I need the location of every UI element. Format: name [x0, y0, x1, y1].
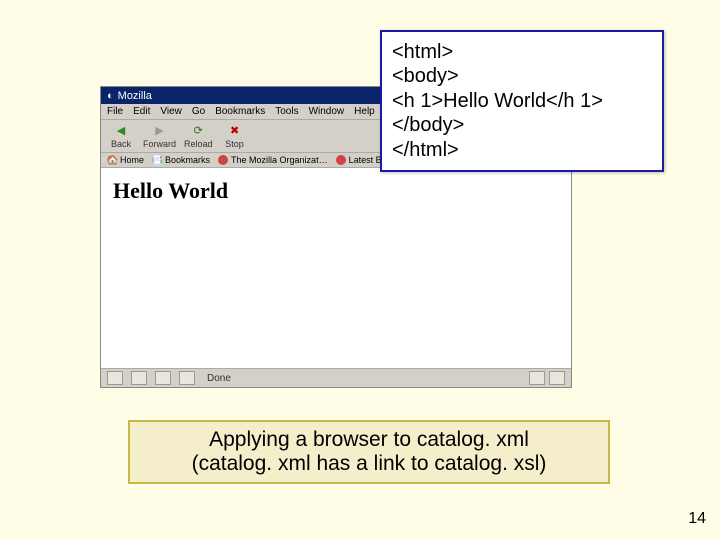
back-icon: ◀ [113, 124, 129, 138]
moz-label: The Mozilla Organizat… [231, 155, 328, 165]
menu-tools[interactable]: Tools [275, 106, 298, 117]
home-icon: 🏠 [107, 155, 117, 165]
bookmarks-link[interactable]: 📑 Bookmarks [152, 155, 210, 165]
forward-label: Forward [143, 139, 176, 149]
back-button[interactable]: ◀ Back [107, 124, 135, 149]
bookmarks-label: Bookmarks [165, 155, 210, 165]
code-line: <html> [392, 40, 652, 64]
forward-icon: ▶ [152, 124, 168, 138]
stop-button[interactable]: ✖ Stop [221, 124, 249, 149]
code-line: </html> [392, 138, 652, 162]
stop-icon: ✖ [227, 124, 243, 138]
home-label: Home [120, 155, 144, 165]
menu-view[interactable]: View [160, 106, 182, 117]
status-icon [179, 371, 195, 385]
page-heading: Hello World [113, 178, 559, 204]
code-line: </body> [392, 113, 652, 137]
reload-label: Reload [184, 139, 213, 149]
status-icon [131, 371, 147, 385]
moz-icon [218, 155, 228, 165]
forward-button[interactable]: ▶ Forward [143, 124, 176, 149]
work-icon [549, 371, 565, 385]
page-number: 14 [688, 510, 706, 528]
window-title: Mozilla [118, 90, 152, 102]
menu-help[interactable]: Help [354, 106, 375, 117]
bookmarks-icon: 📑 [152, 155, 162, 165]
statusbar: Done [101, 368, 571, 387]
mozilla-link[interactable]: The Mozilla Organizat… [218, 155, 328, 165]
home-link[interactable]: 🏠 Home [107, 155, 144, 165]
code-line: <body> [392, 64, 652, 88]
caption-line1: Applying a browser to catalog. xml [134, 428, 604, 452]
menu-window[interactable]: Window [309, 106, 345, 117]
stop-label: Stop [225, 139, 244, 149]
menu-edit[interactable]: Edit [133, 106, 150, 117]
reload-button[interactable]: ⟳ Reload [184, 124, 213, 149]
back-label: Back [111, 139, 131, 149]
status-right [529, 371, 565, 385]
security-icon [529, 371, 545, 385]
app-icon: ◐ [107, 90, 114, 102]
menu-file[interactable]: File [107, 106, 123, 117]
menu-go[interactable]: Go [192, 106, 205, 117]
slide: ◐ Mozilla _ □ × File Edit View Go Bookma… [0, 0, 720, 540]
status-text: Done [207, 373, 231, 384]
status-icon [107, 371, 123, 385]
html-source-box: <html> <body> <h 1>Hello World</h 1> </b… [380, 30, 664, 172]
code-line: <h 1>Hello World</h 1> [392, 89, 652, 113]
status-icon [155, 371, 171, 385]
latest-icon [336, 155, 346, 165]
reload-icon: ⟳ [190, 124, 206, 138]
caption-line2: (catalog. xml has a link to catalog. xsl… [134, 452, 604, 476]
page-content: Hello World [101, 168, 571, 378]
caption-box: Applying a browser to catalog. xml (cata… [128, 420, 610, 484]
menu-bookmarks[interactable]: Bookmarks [215, 106, 265, 117]
